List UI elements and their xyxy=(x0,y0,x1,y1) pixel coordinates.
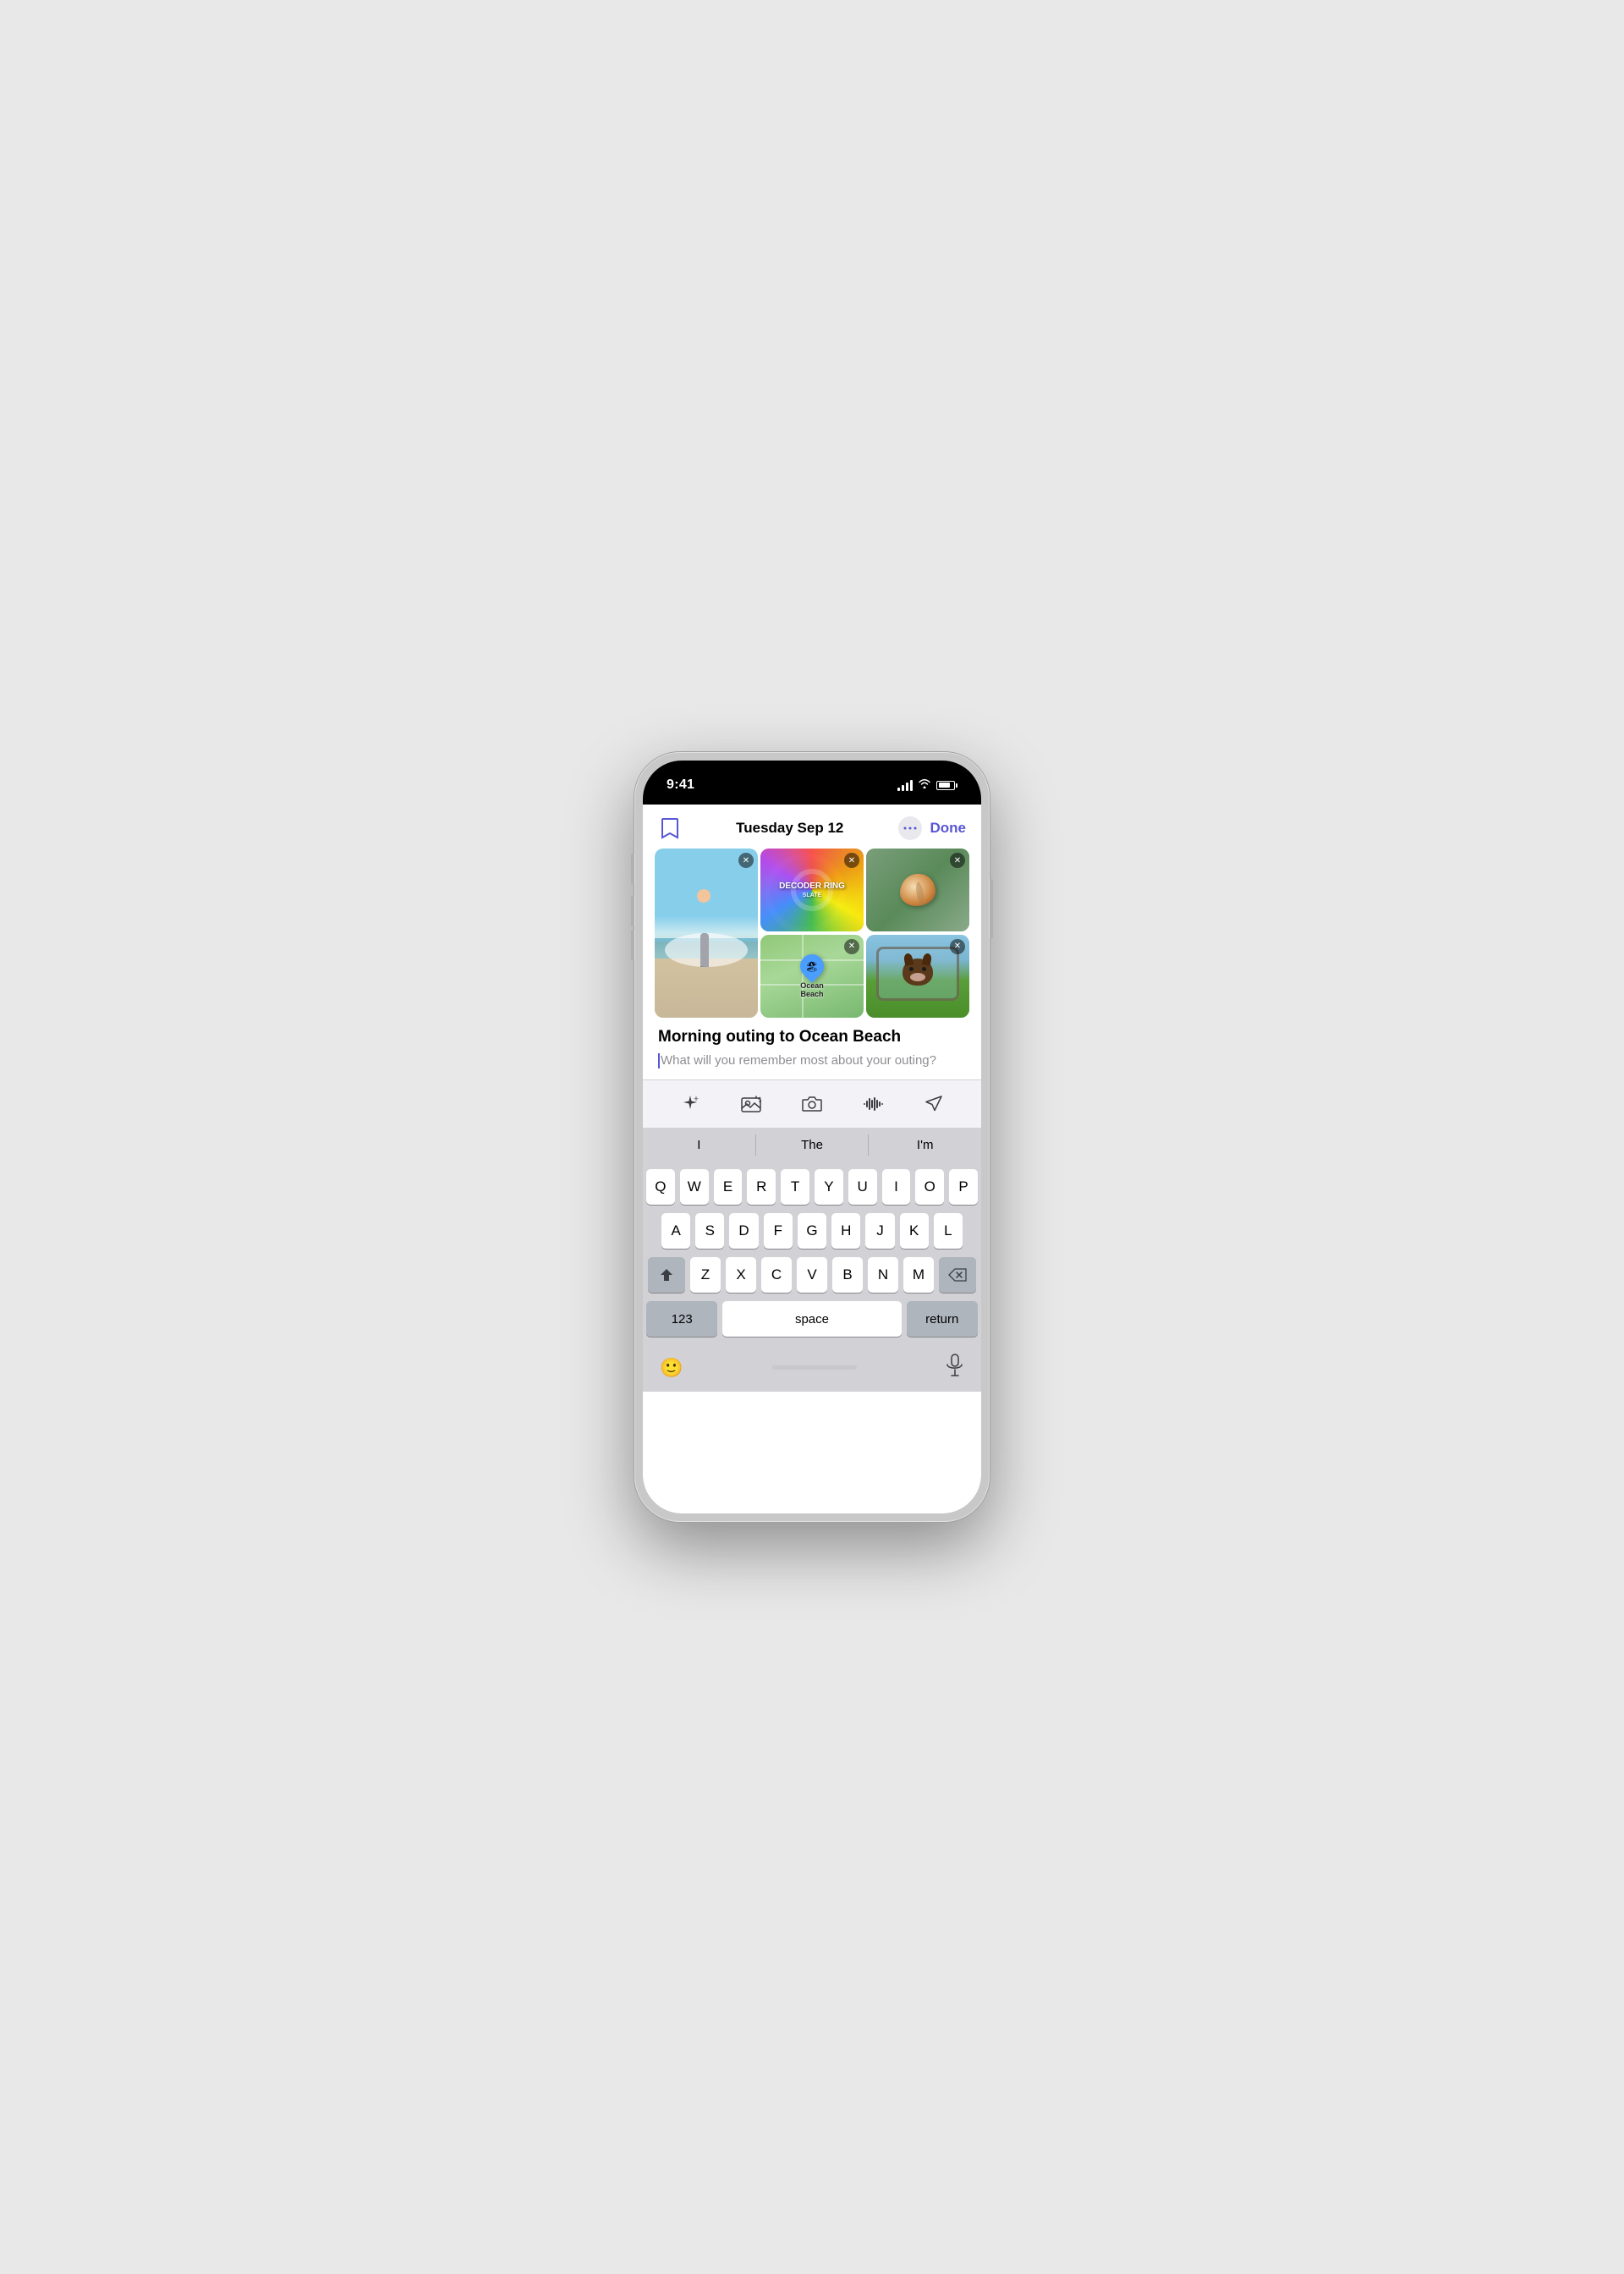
ai-sparkle-button[interactable] xyxy=(675,1089,705,1119)
text-cursor xyxy=(658,1053,660,1068)
key-z[interactable]: Z xyxy=(690,1257,721,1293)
beach-photo-close[interactable]: ✕ xyxy=(738,853,754,868)
key-u[interactable]: U xyxy=(848,1169,877,1205)
location-button[interactable] xyxy=(919,1089,949,1119)
camera-button[interactable] xyxy=(797,1089,827,1119)
key-b[interactable]: B xyxy=(832,1257,863,1293)
key-w[interactable]: W xyxy=(680,1169,709,1205)
decoder-ring-close[interactable]: ✕ xyxy=(844,853,859,868)
more-button[interactable] xyxy=(898,816,922,840)
shift-key[interactable] xyxy=(648,1257,685,1293)
dynamic-island xyxy=(761,769,863,796)
status-icons xyxy=(897,777,957,793)
autocomplete-bar: I The I'm xyxy=(643,1128,981,1162)
key-j[interactable]: J xyxy=(865,1213,894,1249)
media-grid: ✕ DECODER RING SLATE ✕ xyxy=(643,849,981,1028)
dog-photo-item[interactable]: ✕ xyxy=(866,935,969,1018)
decoder-ring-item[interactable]: DECODER RING SLATE ✕ xyxy=(760,849,864,931)
journal-prompt: What will you remember most about your o… xyxy=(658,1052,966,1069)
header-right: Done xyxy=(898,816,967,840)
audio-button[interactable] xyxy=(858,1089,888,1119)
return-key[interactable]: return xyxy=(907,1301,978,1337)
phone-screen: 9:41 xyxy=(643,761,981,1513)
photos-button[interactable] xyxy=(736,1089,766,1119)
key-r[interactable]: R xyxy=(747,1169,776,1205)
key-x[interactable]: X xyxy=(726,1257,756,1293)
autocomplete-the[interactable]: The xyxy=(756,1134,870,1156)
microphone-button[interactable] xyxy=(946,1354,964,1381)
screen: 9:41 xyxy=(643,761,981,1513)
done-button[interactable]: Done xyxy=(930,820,967,837)
journal-header: Tuesday Sep 12 Done xyxy=(643,805,981,849)
signal-icon xyxy=(897,780,913,791)
seashell-close[interactable]: ✕ xyxy=(950,853,965,868)
journal-title: Morning outing to Ocean Beach xyxy=(658,1028,966,1046)
beach-photo-item[interactable]: ✕ xyxy=(655,849,758,1018)
key-q[interactable]: Q xyxy=(646,1169,675,1205)
keyboard-row-3: Z X C V B N M xyxy=(646,1257,978,1293)
key-t[interactable]: T xyxy=(781,1169,809,1205)
key-d[interactable]: D xyxy=(729,1213,758,1249)
phone-frame: 9:41 xyxy=(634,752,990,1522)
journal-prompt-text: What will you remember most about your o… xyxy=(661,1053,936,1068)
key-k[interactable]: K xyxy=(900,1213,929,1249)
beach-photo-bg xyxy=(655,849,758,1018)
home-indicator xyxy=(772,1365,857,1370)
keyboard-toolbar xyxy=(643,1079,981,1128)
key-p[interactable]: P xyxy=(949,1169,978,1205)
dog-photo-close[interactable]: ✕ xyxy=(950,939,965,954)
key-l[interactable]: L xyxy=(934,1213,963,1249)
key-i[interactable]: I xyxy=(882,1169,911,1205)
key-c[interactable]: C xyxy=(761,1257,792,1293)
space-key[interactable]: space xyxy=(722,1301,901,1337)
key-e[interactable]: E xyxy=(714,1169,743,1205)
seashell-item[interactable]: ✕ xyxy=(866,849,969,931)
wifi-icon xyxy=(918,777,931,793)
key-g[interactable]: G xyxy=(798,1213,826,1249)
key-n[interactable]: N xyxy=(868,1257,898,1293)
journal-date: Tuesday Sep 12 xyxy=(736,820,843,837)
journal-text-area[interactable]: Morning outing to Ocean Beach What will … xyxy=(643,1028,981,1079)
keyboard-row-1: Q W E R T Y U I O P xyxy=(646,1169,978,1205)
keyboard-row-2: A S D F G H J K L xyxy=(646,1213,978,1249)
key-o[interactable]: O xyxy=(915,1169,944,1205)
key-a[interactable]: A xyxy=(661,1213,690,1249)
numbers-key[interactable]: 123 xyxy=(646,1301,717,1337)
key-h[interactable]: H xyxy=(831,1213,860,1249)
backspace-key[interactable] xyxy=(939,1257,976,1293)
autocomplete-i[interactable]: I xyxy=(643,1134,756,1156)
battery-icon xyxy=(936,781,957,790)
keyboard-row-4: 123 space return xyxy=(646,1301,978,1337)
key-y[interactable]: Y xyxy=(815,1169,843,1205)
key-s[interactable]: S xyxy=(695,1213,724,1249)
bookmark-button[interactable] xyxy=(658,816,682,840)
ocean-beach-close[interactable]: ✕ xyxy=(844,939,859,954)
decoder-text: DECODER RING SLATE xyxy=(779,882,845,899)
autocomplete-im[interactable]: I'm xyxy=(869,1134,981,1156)
map-label: OceanBeach xyxy=(800,981,824,998)
keyboard: Q W E R T Y U I O P A S xyxy=(643,1162,981,1348)
key-f[interactable]: F xyxy=(764,1213,793,1249)
app-content: Tuesday Sep 12 Done xyxy=(643,805,981,1513)
ocean-beach-item[interactable]: 🏖 OceanBeach ✕ xyxy=(760,935,864,1018)
status-time: 9:41 xyxy=(667,777,694,793)
key-m[interactable]: M xyxy=(903,1257,934,1293)
emoji-button[interactable]: 🙂 xyxy=(660,1357,683,1379)
key-v[interactable]: V xyxy=(797,1257,827,1293)
keyboard-bottom: 🙂 xyxy=(643,1348,981,1392)
